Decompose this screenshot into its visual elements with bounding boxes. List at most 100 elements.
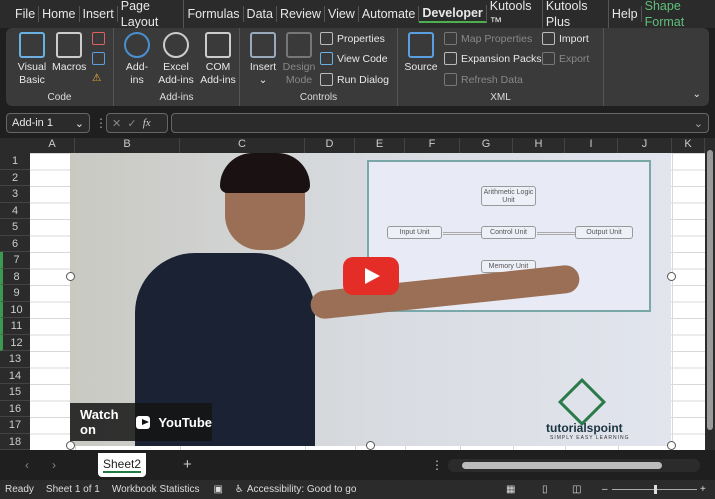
refresh-data-button[interactable]: Refresh Data (444, 73, 523, 86)
expand-formula-icon[interactable]: ⌄ (694, 117, 703, 130)
resize-handle[interactable] (66, 441, 75, 450)
horizontal-scrollbar[interactable] (448, 459, 700, 472)
tab-review[interactable]: Review (277, 6, 325, 22)
column-header[interactable]: J (618, 138, 672, 153)
row-header[interactable]: 14 (0, 367, 30, 384)
row-header[interactable]: 3 (0, 186, 30, 203)
zoom-in-button[interactable]: + (700, 484, 706, 495)
tab-developer[interactable]: Developer (419, 5, 487, 23)
row-header[interactable]: 6 (0, 235, 30, 252)
enter-icon[interactable]: ✓ (127, 117, 136, 130)
cancel-icon[interactable]: ✕ (112, 117, 121, 130)
tab-formulas[interactable]: Formulas (184, 6, 244, 22)
macros-button[interactable]: Macros (52, 32, 86, 74)
row-header[interactable]: 5 (0, 219, 30, 236)
column-header[interactable]: B (75, 138, 180, 153)
properties-button[interactable]: Properties (320, 32, 385, 45)
tab-insert[interactable]: Insert (80, 6, 118, 22)
row-header[interactable]: 15 (0, 384, 30, 401)
export-button[interactable]: Export (542, 52, 589, 65)
row-header[interactable]: 12 (0, 334, 30, 351)
record-macro-button[interactable] (92, 32, 105, 45)
refresh-data-icon (444, 73, 457, 86)
column-header[interactable]: K (672, 138, 705, 153)
addins-button[interactable]: Add-ins (122, 32, 152, 87)
tab-view[interactable]: View (325, 6, 359, 22)
normal-view-icon[interactable]: ▦ (506, 484, 515, 495)
tab-page-layout[interactable]: Page Layout (118, 0, 185, 30)
source-button[interactable]: Source (404, 32, 438, 74)
scroll-thumb[interactable] (462, 462, 662, 469)
row-header[interactable]: 11 (0, 318, 30, 335)
column-header[interactable]: C (180, 138, 305, 153)
formula-input[interactable]: ⌄ (171, 113, 709, 133)
row-header[interactable]: 13 (0, 351, 30, 368)
tab-home[interactable]: Home (39, 6, 80, 22)
tab-split-handle[interactable]: ⋮ (431, 458, 443, 472)
run-dialog-button[interactable]: Run Dialog (320, 73, 389, 86)
zoom-slider[interactable] (612, 485, 697, 494)
scroll-thumb[interactable] (707, 150, 713, 430)
view-code-button[interactable]: View Code (320, 52, 388, 65)
insert-control-button[interactable]: Insert ⌄ (246, 32, 280, 87)
tab-kutools-plus[interactable]: Kutools Plus (543, 0, 609, 30)
column-header[interactable]: I (565, 138, 618, 153)
collapse-ribbon-chevron-icon[interactable]: ⌄ (693, 89, 701, 100)
youtube-video-embed[interactable]: Arithmetic Logic Unit Control Unit Input… (70, 153, 671, 446)
row-header[interactable]: 16 (0, 400, 30, 417)
resize-handle[interactable] (366, 441, 375, 450)
row-header[interactable]: 8 (0, 268, 30, 285)
insert-function-button[interactable]: fx (143, 117, 151, 129)
design-mode-button[interactable]: Design Mode (282, 32, 316, 87)
column-header[interactable]: E (355, 138, 405, 153)
resize-handle[interactable] (66, 272, 75, 281)
row-header[interactable]: 17 (0, 417, 30, 434)
youtube-play-button[interactable] (343, 257, 399, 295)
prev-sheet-icon[interactable]: ‹ (25, 458, 29, 472)
column-header[interactable]: A (30, 138, 75, 153)
workbook-statistics-button[interactable]: Workbook Statistics (112, 484, 200, 495)
controls-group: Insert ⌄ Design Mode Properties View Code… (240, 28, 398, 106)
tab-kutools[interactable]: Kutools ™ (487, 0, 543, 30)
com-addins-button[interactable]: COM Add-ins (198, 32, 238, 87)
resize-handle[interactable] (667, 272, 676, 281)
tab-shape-format[interactable]: Shape Format (642, 0, 715, 30)
resize-handle[interactable] (667, 441, 676, 450)
watch-on-youtube-button[interactable]: Watch on YouTube (70, 403, 212, 441)
page-break-view-icon[interactable]: ◫ (572, 484, 581, 495)
row-header[interactable]: 4 (0, 202, 30, 219)
next-sheet-icon[interactable]: › (52, 458, 56, 472)
tab-file[interactable]: File (12, 6, 40, 22)
row-header[interactable]: 18 (0, 433, 30, 450)
macro-security-button[interactable]: ⚠ (92, 72, 101, 84)
accessibility-status[interactable]: Accessibility: Good to go (247, 484, 357, 495)
zoom-slider-thumb[interactable] (653, 485, 657, 494)
import-icon (542, 32, 555, 45)
zoom-out-button[interactable]: – (602, 484, 608, 495)
relative-references-button[interactable] (92, 52, 105, 65)
import-button[interactable]: Import (542, 32, 589, 45)
tab-automate[interactable]: Automate (359, 6, 420, 22)
vertical-scrollbar[interactable] (705, 138, 715, 450)
row-header[interactable]: 2 (0, 169, 30, 186)
page-layout-view-icon[interactable]: ▯ (542, 484, 548, 495)
row-header[interactable]: 10 (0, 301, 30, 318)
column-header[interactable]: G (460, 138, 513, 153)
column-header[interactable]: H (513, 138, 565, 153)
macro-recording-icon[interactable]: ▣ (213, 484, 222, 495)
status-bar: Ready Sheet 1 of 1 Workbook Statistics ▣… (0, 480, 715, 499)
tab-data[interactable]: Data (244, 6, 277, 22)
tab-help[interactable]: Help (609, 6, 642, 22)
add-sheet-button[interactable]: + (183, 456, 192, 473)
expansion-packs-button[interactable]: Expansion Packs (444, 52, 542, 65)
map-properties-button[interactable]: Map Properties (444, 32, 532, 45)
visual-basic-button[interactable]: Visual Basic (14, 32, 50, 87)
row-header[interactable]: 7 (0, 252, 30, 269)
sheet-tab-sheet2[interactable]: Sheet2 (98, 453, 146, 477)
row-header[interactable]: 1 (0, 153, 30, 170)
column-header[interactable]: D (305, 138, 355, 153)
name-box[interactable]: Add-in 1 ⌄ (6, 113, 90, 133)
excel-addins-button[interactable]: Excel Add-ins (156, 32, 196, 87)
column-header[interactable]: F (405, 138, 460, 153)
row-header[interactable]: 9 (0, 285, 30, 302)
